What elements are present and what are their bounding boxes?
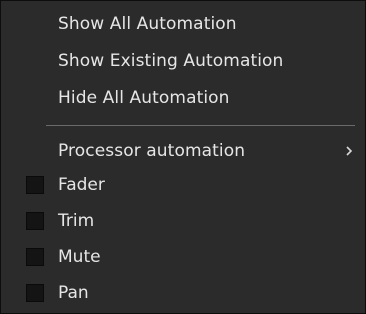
hide-all-automation-item[interactable]: Hide All Automation [58,83,230,113]
chevron-right-icon [343,141,355,161]
automation-context-menu: Show All Automation Show Existing Automa… [0,0,366,314]
pan-checkbox[interactable] [26,284,44,302]
pan-label: Pan [58,283,89,303]
hide-all-automation-label: Hide All Automation [58,88,230,108]
pan-toggle-item[interactable]: Pan [26,280,89,306]
trim-checkbox[interactable] [26,212,44,230]
trim-toggle-item[interactable]: Trim [26,208,94,234]
mute-toggle-item[interactable]: Mute [26,244,101,270]
fader-toggle-item[interactable]: Fader [26,172,105,198]
trim-label: Trim [58,211,95,231]
mute-checkbox[interactable] [26,248,44,266]
show-all-automation-item[interactable]: Show All Automation [58,9,237,39]
menu-separator [46,125,355,126]
fader-checkbox[interactable] [26,176,44,194]
mute-label: Mute [58,247,101,267]
processor-automation-item[interactable]: Processor automation [58,136,245,166]
processor-automation-label: Processor automation [58,141,246,161]
show-existing-automation-item[interactable]: Show Existing Automation [58,46,283,76]
show-all-automation-label: Show All Automation [58,14,237,34]
fader-label: Fader [58,175,105,195]
show-existing-automation-label: Show Existing Automation [58,51,284,71]
